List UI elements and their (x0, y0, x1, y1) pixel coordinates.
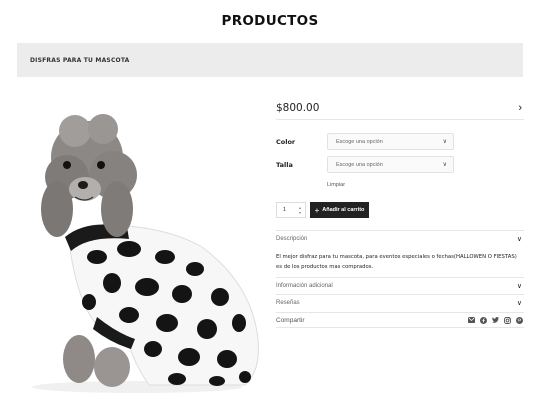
chevron-down-icon: ∨ (442, 139, 447, 145)
tab-additional-info[interactable]: Información adicional ∨ (276, 277, 524, 294)
breadcrumb: DISFRAS PARA TU MASCOTA (17, 43, 523, 77)
add-to-cart-button[interactable]: + Añadir al carrito (310, 202, 369, 218)
option-row-size: Talla Escoge una opción ∨ (276, 156, 524, 173)
option-row-color: Color Escoge una opción ∨ (276, 133, 524, 150)
tab-description[interactable]: Descripción ∨ (276, 230, 524, 247)
chevron-down-icon[interactable]: ∨ (517, 235, 524, 243)
chevron-down-icon: ∨ (442, 162, 447, 168)
select-placeholder: Escoge una opción (336, 161, 383, 168)
twitter-icon[interactable] (492, 317, 499, 323)
share-label: Compartir (276, 316, 305, 324)
tab-reviews[interactable]: Reseñas ∨ (276, 294, 524, 311)
pinterest-icon[interactable] (516, 316, 523, 324)
dog-costume-illustration (17, 97, 264, 394)
price-row: $800.00 › (276, 96, 524, 120)
chevron-right-icon[interactable]: › (518, 102, 524, 114)
tab-label: Reseñas (276, 300, 300, 306)
share-row: Compartir (276, 312, 524, 328)
plus-icon: + (314, 205, 320, 215)
color-select[interactable]: Escoge una opción ∨ (327, 133, 454, 150)
breadcrumb-label: DISFRAS PARA TU MASCOTA (30, 56, 130, 64)
clear-options-link[interactable]: Limpiar (327, 182, 345, 188)
quantity-stepper[interactable]: 1 ▴ ▾ (276, 202, 306, 218)
page-title: PRODUCTOS (221, 13, 319, 29)
select-placeholder: Escoge una opción (336, 138, 383, 145)
tab-label: Información adicional (276, 283, 333, 289)
size-select[interactable]: Escoge una opción ∨ (327, 156, 454, 173)
email-icon[interactable] (468, 317, 475, 323)
instagram-icon[interactable] (504, 316, 511, 324)
facebook-icon[interactable] (480, 316, 487, 324)
share-icons (468, 316, 524, 324)
option-label: Color (276, 137, 296, 146)
add-to-cart-label: Añadir al carrito (322, 207, 365, 213)
tab-label: Descripción (276, 236, 308, 242)
option-label: Talla (276, 160, 293, 169)
stepper-arrows-icon[interactable]: ▴ ▾ (299, 205, 301, 215)
quantity-value: 1 (283, 207, 287, 213)
chevron-down-icon[interactable]: ∨ (517, 299, 524, 307)
chevron-down-icon[interactable]: ∨ (517, 282, 524, 290)
product-price: $800.00 (276, 101, 320, 114)
product-description: El mejor disfraz para tu mascota, para e… (276, 254, 517, 270)
product-image[interactable] (17, 97, 264, 394)
